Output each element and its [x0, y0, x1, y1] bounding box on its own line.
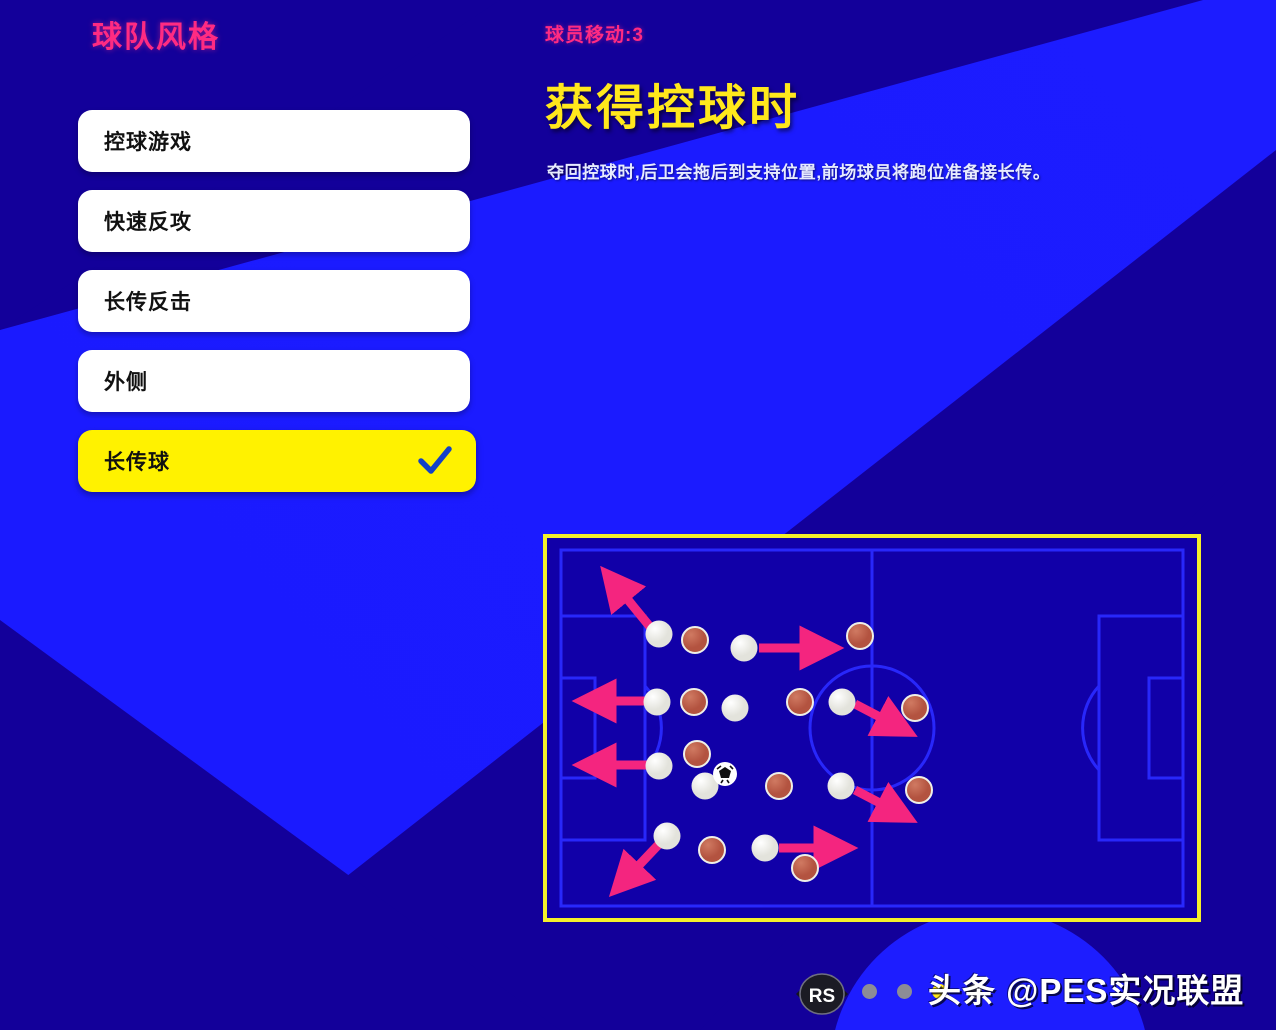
ball-icon	[713, 762, 737, 786]
style-option-0[interactable]: 控球游戏	[78, 110, 470, 172]
check-icon	[418, 444, 452, 478]
screen-root: 球队风格 控球游戏 快速反攻 长传反击 外侧 长传球 球员移动:3 获得控球时 …	[0, 0, 1276, 1030]
style-option-list: 控球游戏 快速反攻 长传反击 外侧 长传球	[78, 110, 476, 510]
style-option-2[interactable]: 长传反击	[78, 270, 470, 332]
team-style-panel: 球队风格 控球游戏 快速反攻 长传反击 外侧 长传球	[0, 0, 500, 1030]
detail-panel: 球员移动:3 获得控球时 夺回控球时,后卫会拖后到支持位置,前场球员将跑位准备接…	[543, 0, 1276, 1030]
style-option-label: 外侧	[104, 371, 148, 394]
detail-description: 夺回控球时,后卫会拖后到支持位置,前场球员将跑位准备接长传。	[547, 163, 1051, 182]
player-movement-count: 球员移动:3	[545, 25, 644, 46]
style-option-label: 长传球	[104, 451, 170, 474]
style-option-4-selected[interactable]: 长传球	[78, 430, 476, 492]
style-option-label: 控球游戏	[104, 131, 192, 154]
style-option-label: 长传反击	[104, 291, 192, 314]
style-option-label: 快速反攻	[104, 211, 192, 234]
detail-heading: 获得控球时	[545, 82, 801, 135]
style-option-3[interactable]: 外侧	[78, 350, 470, 412]
tactics-pitch-diagram	[543, 534, 1201, 922]
page-title: 球队风格	[92, 21, 220, 54]
style-option-1[interactable]: 快速反攻	[78, 190, 470, 252]
